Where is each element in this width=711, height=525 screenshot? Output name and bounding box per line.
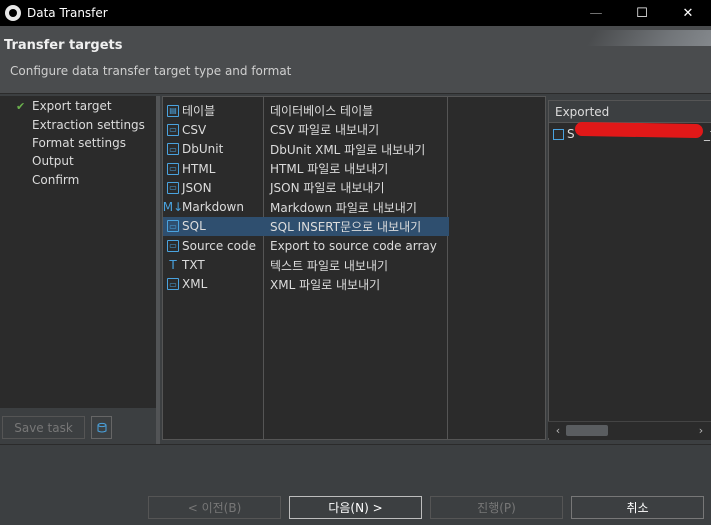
wizard-header: Transfer targets Configure data transfer…	[0, 26, 711, 94]
dbeaver-logo-icon	[5, 5, 21, 21]
back-button[interactable]: < 이전(B)	[148, 496, 281, 519]
format-name: ▭ CSV	[167, 123, 206, 137]
task-config-button[interactable]	[91, 416, 112, 439]
format-row[interactable]: ▭ DbUnit DbUnit XML 파일로 내보내기	[163, 140, 449, 159]
page-title: Transfer targets	[4, 38, 123, 53]
step-confirm[interactable]: Confirm	[0, 171, 156, 189]
format-name: ▭ Source code	[167, 239, 256, 253]
step-format-settings[interactable]: Format settings	[0, 134, 156, 152]
format-name: ▭ SQL	[167, 219, 206, 233]
file-icon: ▭	[167, 143, 179, 156]
exported-item[interactable]: S	[553, 125, 575, 143]
format-row[interactable]: ▤ 테이블 데이터베이스 테이블	[163, 101, 449, 120]
exported-item-suffix: _t	[704, 127, 711, 141]
header-decoration	[586, 30, 711, 46]
next-button[interactable]: 다음(N) >	[289, 496, 422, 519]
cancel-button[interactable]: 취소	[571, 496, 704, 519]
horizontal-scrollbar[interactable]: ‹ ›	[548, 421, 711, 438]
format-name: ▭ DbUnit	[167, 142, 223, 156]
sql-file-icon: ▭	[167, 220, 179, 233]
window-title: Data Transfer	[27, 6, 108, 20]
check-icon: ✔	[16, 99, 26, 113]
database-icon	[97, 422, 106, 432]
format-description: 데이터베이스 테이블	[270, 104, 374, 119]
close-icon[interactable]: ✕	[665, 0, 711, 26]
format-row[interactable]: ▭ SQL SQL INSERT문으로 내보내기	[163, 216, 449, 237]
window-controls: — ☐ ✕	[573, 0, 711, 26]
step-export-target[interactable]: ✔ Export target	[0, 97, 156, 115]
format-description: Markdown 파일로 내보내기	[270, 200, 417, 215]
format-description: Export to source code array	[270, 238, 437, 253]
table-icon: ▤	[167, 104, 179, 117]
format-table: ▤ 테이블 데이터베이스 테이블 ▭ CSV CSV 파일로 내보내기 ▭ DbUnit DbU…	[162, 96, 546, 440]
format-name: M↓ Markdown	[162, 200, 244, 215]
format-row[interactable]: T TXT 텍스트 파일로 내보내기	[163, 255, 449, 274]
text-icon: T	[169, 258, 177, 273]
scroll-right-icon[interactable]: ›	[693, 422, 709, 439]
scroll-thumb[interactable]	[566, 425, 608, 436]
page-description: Configure data transfer target type and …	[10, 64, 292, 78]
step-label: Extraction settings	[32, 117, 145, 132]
markdown-icon: M↓	[162, 200, 184, 215]
format-description: SQL INSERT문으로 내보내기	[270, 219, 422, 234]
format-name: ▭ JSON	[167, 181, 212, 195]
xml-file-icon: ▭	[167, 278, 179, 291]
save-task-button[interactable]: Save task	[2, 416, 85, 439]
file-icon: ▭	[167, 123, 179, 136]
step-label: Output	[32, 154, 74, 169]
format-description: DbUnit XML 파일로 내보내기	[270, 142, 426, 157]
scroll-left-icon[interactable]: ‹	[550, 422, 566, 439]
table-icon	[553, 128, 564, 140]
format-row[interactable]: ▭ CSV CSV 파일로 내보내기	[163, 120, 449, 139]
format-row[interactable]: ▭ XML XML 파일로 내보내기	[163, 275, 449, 294]
format-name: T TXT	[167, 258, 204, 273]
step-extraction-settings[interactable]: Extraction settings	[0, 115, 156, 133]
format-name: ▤ 테이블	[167, 102, 215, 119]
step-label: Export target	[32, 99, 112, 114]
source-code-icon: ▭	[167, 239, 179, 252]
step-output[interactable]: Output	[0, 152, 156, 170]
redaction-mark	[574, 121, 704, 139]
html-file-icon: ▭	[167, 162, 179, 175]
exported-header: Exported	[549, 101, 711, 123]
format-name: ▭ XML	[167, 277, 207, 291]
format-description: CSV 파일로 내보내기	[270, 123, 380, 138]
step-label: Format settings	[32, 135, 126, 150]
format-description: JSON 파일로 내보내기	[270, 181, 385, 196]
maximize-icon[interactable]: ☐	[619, 0, 665, 26]
format-name: ▭ HTML	[167, 162, 215, 176]
wizard-steps: ✔ Export target Extraction settings Form…	[0, 96, 156, 408]
format-description: HTML 파일로 내보내기	[270, 162, 389, 177]
format-row[interactable]: M↓ Markdown Markdown 파일로 내보내기	[163, 198, 449, 217]
format-description: 텍스트 파일로 내보내기	[270, 258, 389, 273]
title-bar: Data Transfer — ☐ ✕	[0, 0, 711, 26]
format-description: XML 파일로 내보내기	[270, 277, 381, 292]
format-row[interactable]: ▭ Source code Export to source code array	[163, 236, 449, 255]
proceed-button[interactable]: 진행(P)	[430, 496, 563, 519]
minimize-icon[interactable]: —	[573, 0, 619, 26]
format-row[interactable]: ▭ JSON JSON 파일로 내보내기	[163, 178, 449, 197]
exported-panel: Exported S _t	[548, 100, 711, 440]
json-file-icon: ▭	[167, 181, 179, 194]
step-label: Confirm	[32, 172, 80, 187]
format-row[interactable]: ▭ HTML HTML 파일로 내보내기	[163, 159, 449, 178]
panel-splitter[interactable]	[156, 96, 160, 444]
